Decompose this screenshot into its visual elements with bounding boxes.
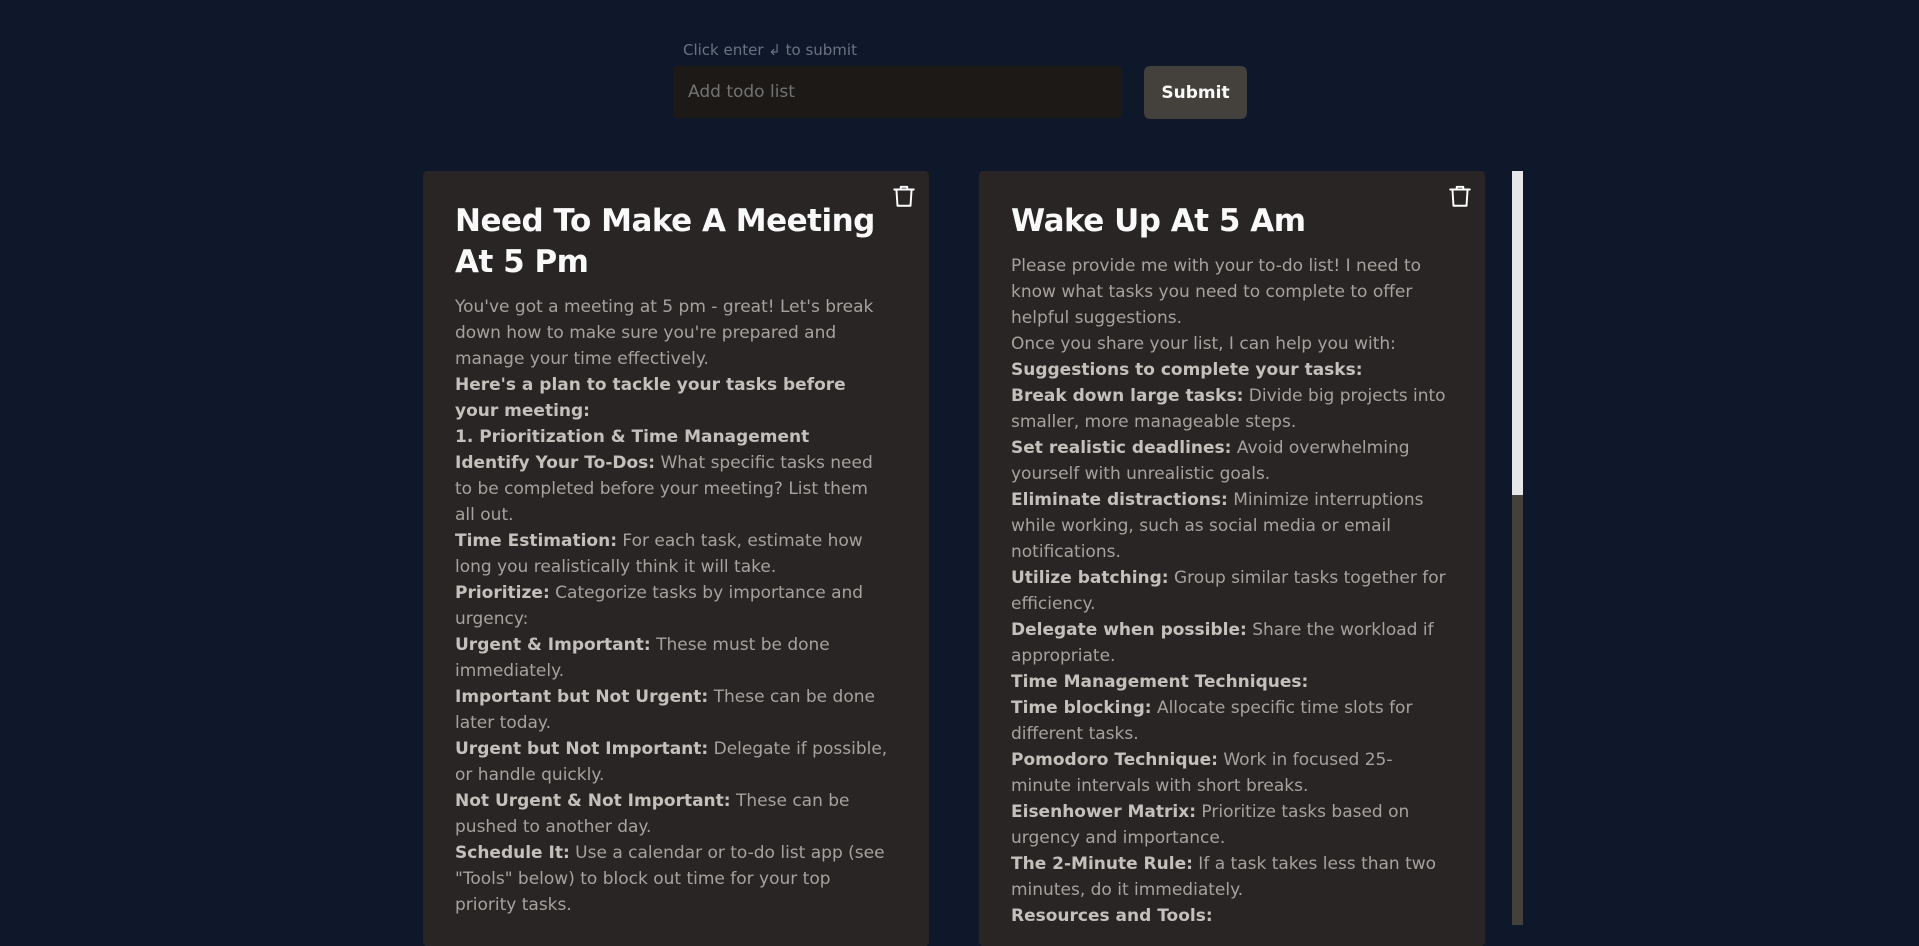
card-item: Not Urgent & Not Important: These can be… xyxy=(455,788,893,840)
card-item-heading: Important but Not Urgent: xyxy=(455,687,709,707)
card-item: Suggestions to complete your tasks: xyxy=(1011,357,1449,383)
card-item-heading: Break down large tasks: xyxy=(1011,386,1244,406)
card-item: Break down large tasks: Divide big proje… xyxy=(1011,383,1449,435)
card-item-heading: Pomodoro Technique: xyxy=(1011,750,1218,770)
card-item-heading: Identify Your To-Dos: xyxy=(455,453,656,473)
card-items: Once you share your list, I can help you… xyxy=(1011,331,1449,929)
card-item-heading: Eliminate distractions: xyxy=(1011,490,1228,510)
card-item-heading: Time Management Techniques: xyxy=(1011,672,1309,692)
card-item: Identify Your To-Dos: What specific task… xyxy=(455,450,893,528)
card-item: Important but Not Urgent: These can be d… xyxy=(455,684,893,736)
card-item: 1. Prioritization & Time Management xyxy=(455,424,893,450)
card-item-heading: Not Urgent & Not Important: xyxy=(455,791,731,811)
card-item: Eisenhower Matrix: Prioritize tasks base… xyxy=(1011,799,1449,851)
card-item: Eliminate distractions: Minimize interru… xyxy=(1011,487,1449,565)
trash-icon[interactable] xyxy=(1447,183,1473,209)
card-item: Set realistic deadlines: Avoid overwhelm… xyxy=(1011,435,1449,487)
trash-icon[interactable] xyxy=(891,183,917,209)
card-item: Urgent but Not Important: Delegate if po… xyxy=(455,736,893,788)
card-item-heading: Time blocking: xyxy=(1011,698,1152,718)
card-item-text: Once you share your list, I can help you… xyxy=(1011,334,1396,354)
card-item: Pomodoro Technique: Work in focused 25-m… xyxy=(1011,747,1449,799)
card-item-heading: Suggestions to complete your tasks: xyxy=(1011,360,1363,380)
card-item: Utilize batching: Group similar tasks to… xyxy=(1011,565,1449,617)
card-item: Once you share your list, I can help you… xyxy=(1011,331,1449,357)
card-title: Need To Make A Meeting At 5 Pm xyxy=(455,203,875,280)
submit-button[interactable]: Submit xyxy=(1144,66,1247,119)
card-item: Here's a plan to tackle your tasks befor… xyxy=(455,372,893,424)
card-item-heading: Here's a plan to tackle your tasks befor… xyxy=(455,375,846,421)
card-intro: You've got a meeting at 5 pm - great! Le… xyxy=(455,297,874,369)
scrollbar-track[interactable] xyxy=(1512,171,1523,925)
card-title: Wake Up At 5 Am xyxy=(1011,203,1306,239)
card-item-heading: The 2-Minute Rule: xyxy=(1011,854,1193,874)
card-intro: Please provide me with your to-do list! … xyxy=(1011,256,1422,328)
submit-hint: Click enter ↲ to submit xyxy=(683,41,857,59)
card-item-heading: 1. Prioritization & Time Management xyxy=(455,427,810,447)
card-item: Resources and Tools: xyxy=(1011,903,1449,929)
todo-card: Wake Up At 5 Am Please provide me with y… xyxy=(979,171,1485,946)
card-item: Time blocking: Allocate specific time sl… xyxy=(1011,695,1449,747)
card-item-heading: Prioritize: xyxy=(455,583,550,603)
card-item-heading: Delegate when possible: xyxy=(1011,620,1247,640)
todo-card: Need To Make A Meeting At 5 Pm You've go… xyxy=(423,171,929,946)
card-item: The 2-Minute Rule: If a task takes less … xyxy=(1011,851,1449,903)
card-item-heading: Eisenhower Matrix: xyxy=(1011,802,1196,822)
card-item-heading: Urgent but Not Important: xyxy=(455,739,709,759)
card-items: Here's a plan to tackle your tasks befor… xyxy=(455,372,893,918)
card-item: Urgent & Important: These must be done i… xyxy=(455,632,893,684)
card-item-heading: Urgent & Important: xyxy=(455,635,651,655)
card-item-heading: Utilize batching: xyxy=(1011,568,1169,588)
card-item-heading: Resources and Tools: xyxy=(1011,906,1213,926)
card-item: Prioritize: Categorize tasks by importan… xyxy=(455,580,893,632)
card-item-heading: Time Estimation: xyxy=(455,531,617,551)
card-item-heading: Schedule It: xyxy=(455,843,570,863)
card-item-heading: Set realistic deadlines: xyxy=(1011,438,1232,458)
card-item: Time Management Techniques: xyxy=(1011,669,1449,695)
card-item: Time Estimation: For each task, estimate… xyxy=(455,528,893,580)
todo-input[interactable] xyxy=(673,66,1122,118)
card-item: Delegate when possible: Share the worklo… xyxy=(1011,617,1449,669)
scrollbar-thumb[interactable] xyxy=(1512,171,1523,495)
card-item: Schedule It: Use a calendar or to-do lis… xyxy=(455,840,893,918)
